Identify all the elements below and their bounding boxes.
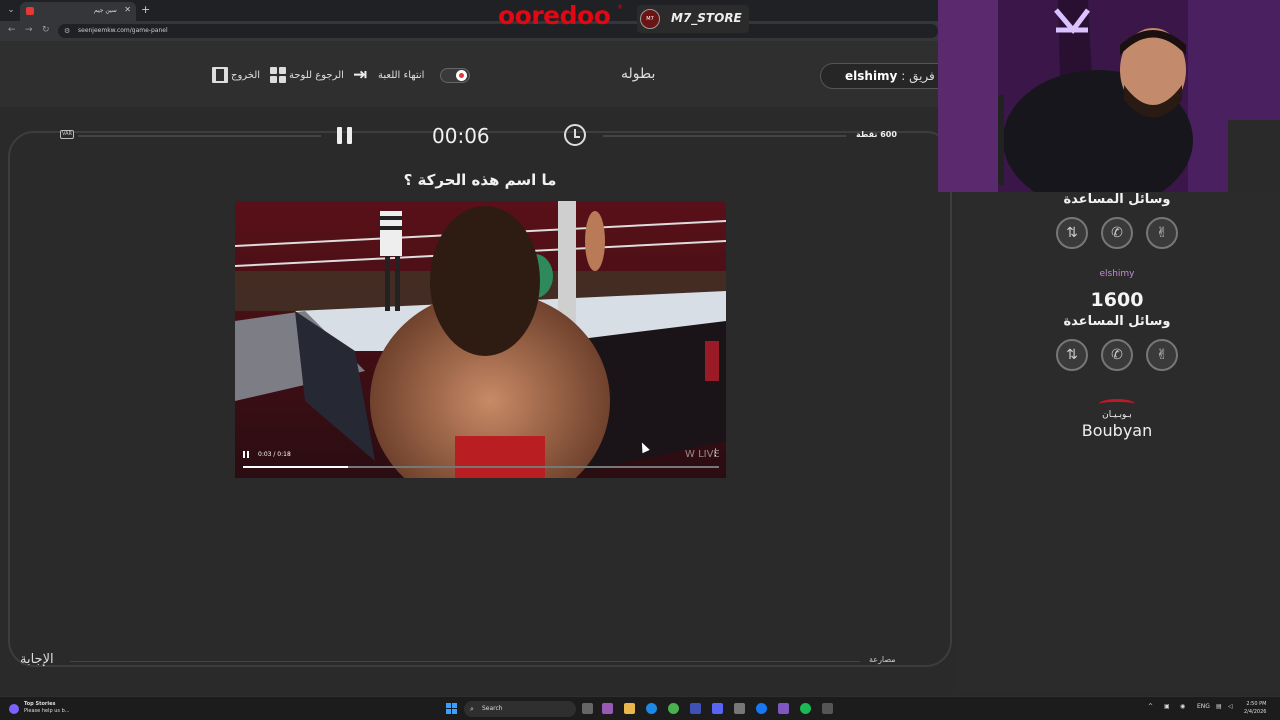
news-widget-icon: [9, 704, 19, 714]
video-time: 0:03 / 0:18: [258, 451, 291, 458]
language-indicator[interactable]: ENG: [1197, 703, 1210, 710]
video-frame-image: W LIVE: [235, 201, 726, 478]
site-info-icon[interactable]: ⚙: [64, 24, 70, 38]
network-icon[interactable]: ▤: [1216, 703, 1222, 710]
answer-line: [70, 661, 860, 662]
pause-bar-left: [337, 127, 342, 144]
aids-title-team1: وسائل المساعدة: [1063, 192, 1171, 207]
team-turn-name: elshimy: [845, 69, 898, 83]
aid-phone-icon[interactable]: ✆: [1101, 339, 1133, 371]
screen: ⌄ سين جيم ✕ + ← → ↻ ⚙ seenjeemkw.com/gam…: [0, 0, 1280, 720]
aid-peace-hand-icon[interactable]: ✌: [1146, 217, 1178, 249]
end-game-label: انتهاء اللعبة: [378, 69, 425, 81]
question-text: ما اسم هذه الحركة ؟: [403, 171, 557, 189]
toggle-knob: [456, 70, 467, 81]
copilot-icon[interactable]: [602, 703, 613, 714]
back-icon[interactable]: ←: [8, 25, 16, 35]
clock-time: 2:50 PM: [1246, 701, 1267, 707]
mic-icon[interactable]: ◉: [1180, 703, 1185, 710]
url-text: seenjeemkw.com/game-panel: [78, 27, 168, 34]
aid-phone-icon[interactable]: ✆: [1101, 217, 1133, 249]
aids-row-team2: ⇅ ✆ ✌: [1054, 339, 1184, 373]
edge-icon[interactable]: [646, 703, 657, 714]
app3-icon[interactable]: [822, 703, 833, 714]
windows-taskbar: Top Stories Please help us b... ⌕ Search…: [0, 696, 1280, 720]
aids-row-team1: ⇅ ✆ ✌: [1054, 217, 1184, 251]
facebook-icon[interactable]: [756, 703, 767, 714]
boubyan-logo-arabic: بـوبـيـان: [1102, 410, 1132, 420]
streamer-webcam: [938, 0, 1280, 192]
question-video[interactable]: W LIVE: [235, 201, 726, 478]
tray-app-icon[interactable]: ▣: [1164, 703, 1170, 710]
webcam-image: [938, 0, 1280, 192]
volume-icon[interactable]: ◁: [1228, 703, 1233, 710]
news-subtitle: Please help us b...: [24, 708, 70, 714]
boubyan-arc-icon: [1099, 399, 1135, 409]
store-icon[interactable]: [690, 703, 701, 714]
back-to-board-label: الرجوع للوحة: [289, 69, 344, 81]
file-explorer-icon[interactable]: [624, 703, 635, 714]
m7-store-logo: M7 M7_STORE: [637, 5, 749, 33]
countdown-timer: 00:06: [432, 124, 490, 148]
aid-call-swap-icon[interactable]: ⇅: [1056, 217, 1088, 249]
tray-chevron-icon[interactable]: ^: [1148, 703, 1153, 710]
back-to-board-button[interactable]: الرجوع للوحة: [270, 67, 344, 83]
exit-label: الخروج: [231, 69, 261, 81]
video-progress-fill: [243, 466, 348, 468]
tab-list-chevron-icon[interactable]: ⌄: [4, 3, 18, 17]
timer-line-right: [603, 135, 846, 137]
new-tab-icon[interactable]: +: [141, 3, 150, 16]
news-title: Top Stories: [24, 701, 56, 707]
tab-close-icon[interactable]: ✕: [124, 5, 131, 14]
m7-store-text: M7_STORE: [671, 11, 742, 25]
browser-tab[interactable]: سين جيم ✕: [20, 2, 136, 21]
tab-favicon-icon: [26, 7, 34, 15]
start-button-icon[interactable]: [446, 703, 458, 715]
search-placeholder: Search: [482, 705, 503, 712]
registered-mark-icon: ®: [617, 4, 623, 11]
boubyan-logo-english: Boubyan: [1081, 421, 1153, 440]
tournament-label: بطوله: [621, 66, 656, 82]
news-widget[interactable]: Top Stories Please help us b...: [9, 701, 70, 715]
discord-icon[interactable]: [712, 703, 723, 714]
pause-timer-button[interactable]: [337, 127, 353, 144]
exit-door-icon: [212, 67, 228, 83]
timer-line-left: [78, 135, 321, 137]
end-game-arrow-icon: ⇥: [353, 65, 368, 85]
end-game-button[interactable]: ⇥ انتهاء اللعبة: [353, 65, 425, 85]
task-view-icon[interactable]: [582, 703, 593, 714]
chrome-icon[interactable]: [668, 703, 679, 714]
video-more-options-icon[interactable]: ⋮: [711, 448, 720, 458]
spotify-icon[interactable]: [800, 703, 811, 714]
reset-timer-icon[interactable]: [564, 124, 586, 146]
tab-title: سين جيم: [94, 7, 117, 14]
game-top-bar: الخروج الرجوع للوحة ⇥ انتهاء اللعبة بطوله…: [0, 41, 960, 107]
grid-icon: [270, 67, 286, 83]
forward-icon[interactable]: →: [25, 25, 33, 35]
ooredoo-logo: ooredoo: [498, 1, 611, 30]
m7-badge-icon: M7: [640, 9, 660, 29]
aid-peace-hand-icon[interactable]: ✌: [1146, 339, 1178, 371]
aid-call-swap-icon[interactable]: ⇅: [1056, 339, 1088, 371]
clock-date: 2/4/2026: [1244, 709, 1267, 715]
video-pause-button[interactable]: [243, 451, 251, 459]
app-icon[interactable]: [734, 703, 745, 714]
question-points: 600 نقطة: [856, 130, 897, 139]
var-badge[interactable]: VAR: [60, 130, 74, 139]
teams-side-panel: وسائل المساعدة ⇅ ✆ ✌ elshimy 1600 وسائل …: [954, 192, 1280, 694]
team2-score: 1600: [1090, 289, 1144, 311]
team2-name: elshimy: [1099, 269, 1135, 279]
answer-button[interactable]: الإجابة: [20, 652, 54, 667]
exit-button[interactable]: الخروج: [212, 67, 260, 83]
reload-icon[interactable]: ↻: [42, 25, 50, 35]
aids-title-team2: وسائل المساعدة: [1063, 314, 1171, 329]
taskbar-search[interactable]: ⌕ Search: [464, 701, 576, 717]
system-clock[interactable]: 2:50 PM 2/4/2026: [1244, 700, 1266, 716]
pause-bar-right: [347, 127, 352, 144]
game-toggle-switch[interactable]: [440, 68, 470, 83]
search-icon: ⌕: [470, 705, 474, 713]
category-label: مصارعة: [869, 655, 896, 664]
app2-icon[interactable]: [778, 703, 789, 714]
